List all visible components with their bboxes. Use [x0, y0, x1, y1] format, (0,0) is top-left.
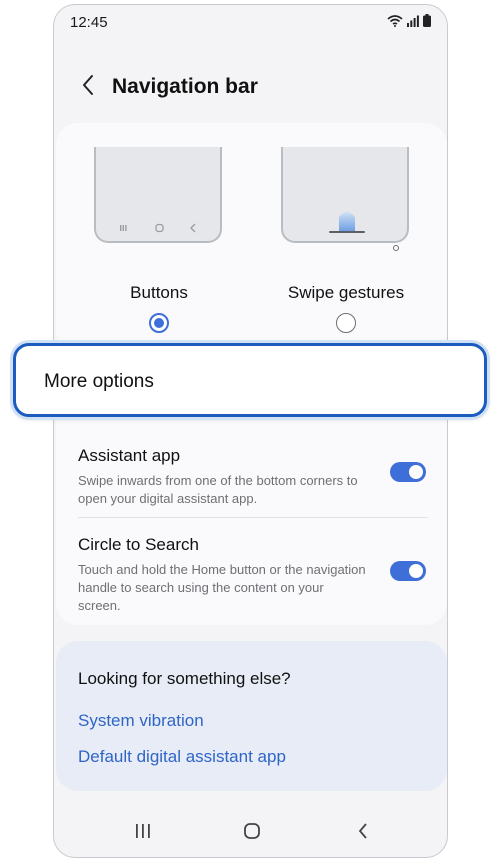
toggle-knob: [409, 564, 423, 578]
recents-icon: [135, 823, 151, 843]
phone-frame: 12:45 Navigation bar Buttons Swipe gestu…: [53, 4, 448, 858]
suggestions-card: Looking for something else? System vibra…: [56, 641, 447, 791]
chevron-left-icon: [81, 74, 95, 101]
settings-card: Assistant app Swipe inwards from one of …: [56, 420, 447, 625]
assistant-app-setting[interactable]: Assistant app Swipe inwards from one of …: [78, 446, 428, 508]
buttons-option-label: Buttons: [130, 283, 188, 302]
suggestions-title: Looking for something else?: [78, 669, 291, 688]
circle-to-search-setting[interactable]: Circle to Search Touch and hold the Home…: [78, 535, 428, 615]
swipe-gestures-preview-image[interactable]: [281, 147, 409, 243]
back-nav-button[interactable]: [348, 821, 378, 845]
header: Navigation bar: [54, 65, 447, 109]
system-navigation-bar: [54, 811, 447, 857]
navigation-type-card: Buttons Swipe gestures: [56, 123, 447, 353]
divider: [78, 517, 428, 518]
swipe-gestures-radio[interactable]: [336, 313, 356, 333]
default-digital-assistant-app-link[interactable]: Default digital assistant app: [78, 747, 286, 767]
wifi-icon: [387, 14, 403, 32]
signal-icon: [407, 14, 419, 32]
page-title: Navigation bar: [112, 75, 258, 98]
status-bar: 12:45: [54, 5, 447, 43]
more-options-button[interactable]: More options: [13, 343, 487, 417]
more-options-label: More options: [44, 371, 154, 392]
handle-indicator-dot: [393, 245, 399, 251]
buttons-preview-image[interactable]: [94, 147, 222, 243]
toggle-knob: [409, 465, 423, 479]
back-button[interactable]: [74, 73, 102, 101]
home-icon: [244, 822, 260, 844]
status-icons: [387, 14, 431, 32]
home-button[interactable]: [237, 821, 267, 845]
circle-to-search-title: Circle to Search: [78, 535, 199, 554]
system-vibration-link[interactable]: System vibration: [78, 711, 204, 731]
circle-to-search-toggle[interactable]: [390, 561, 426, 581]
status-time: 12:45: [70, 14, 108, 31]
circle-to-search-description: Touch and hold the Home button or the na…: [78, 562, 366, 613]
assistant-app-toggle[interactable]: [390, 462, 426, 482]
assistant-app-title: Assistant app: [78, 446, 181, 465]
back-icon: [358, 822, 368, 844]
recents-button[interactable]: [128, 821, 158, 845]
battery-icon: [423, 14, 431, 32]
buttons-radio[interactable]: [149, 313, 169, 333]
assistant-app-description: Swipe inwards from one of the bottom cor…: [78, 473, 358, 506]
swipe-gestures-option-label: Swipe gestures: [287, 283, 405, 302]
